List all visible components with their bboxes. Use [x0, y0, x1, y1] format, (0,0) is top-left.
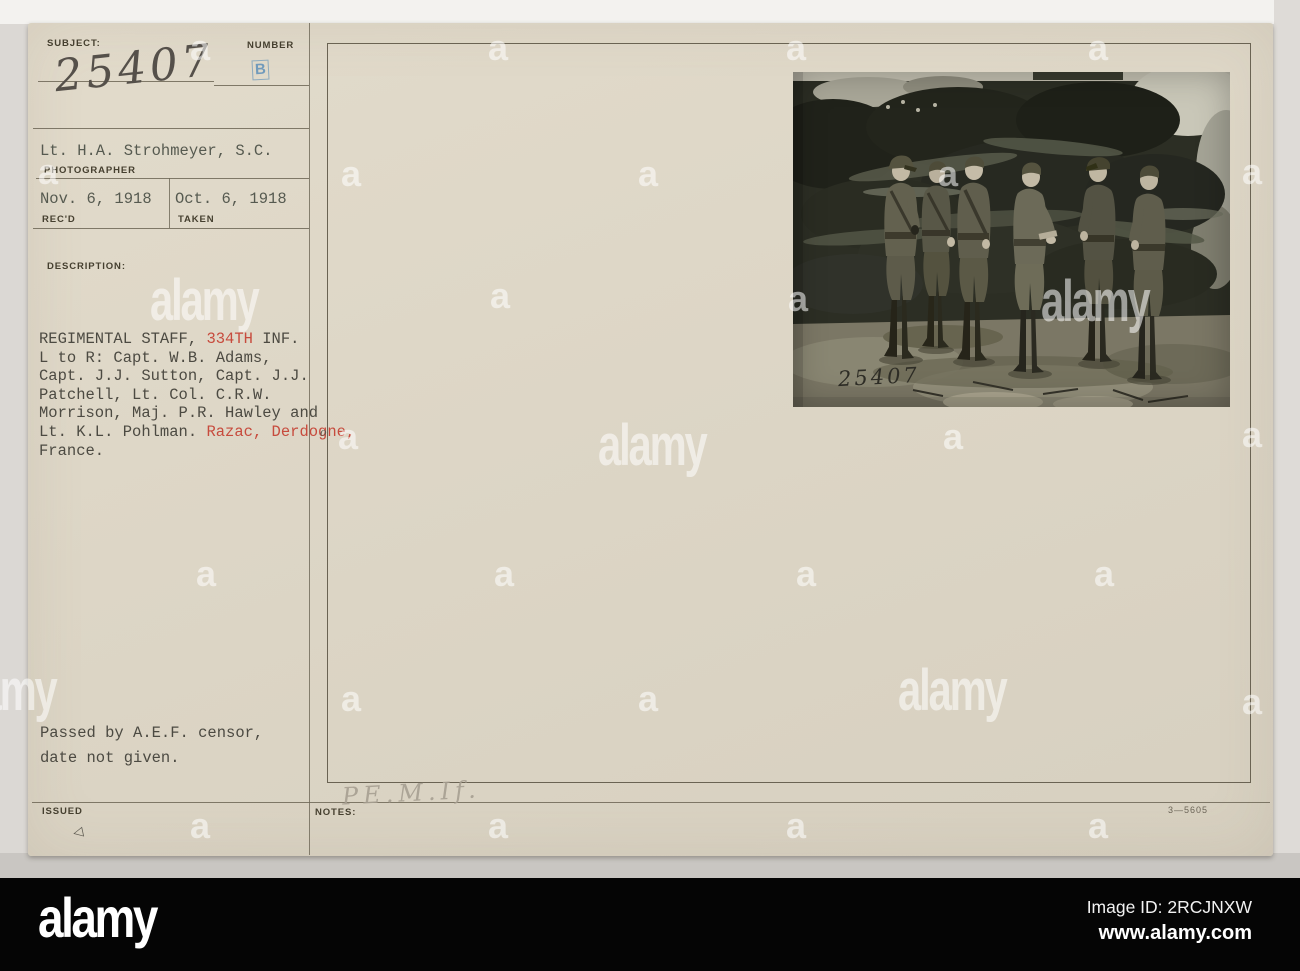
- alamy-footer-bar: alamy Image ID: 2RCJNXW www.alamy.com: [0, 878, 1300, 971]
- description-line-7: France.: [39, 441, 105, 460]
- photographer-name: Lt. H.A. Strohmeyer, S.C.: [40, 142, 273, 160]
- handwritten-o-annotation: o: [320, 426, 327, 439]
- section-line-2: [36, 178, 309, 179]
- number-label: NUMBER: [247, 40, 295, 51]
- blue-stamp: B: [251, 59, 270, 81]
- image-id-text: Image ID: 2RCJNXW: [1086, 897, 1252, 917]
- photograph-scene: [763, 64, 1256, 412]
- pencil-annotation: PE.M.If.: [341, 775, 482, 811]
- received-date: Nov. 6, 1918: [40, 190, 152, 208]
- description-line-1: REGIMENTAL STAFF, 334TH INF.: [39, 330, 355, 349]
- alamy-website-text: www.alamy.com: [1098, 922, 1252, 944]
- description-line-4: Patchell, Lt. Col. C.R.W.: [39, 385, 272, 404]
- notes-line: [32, 802, 1270, 803]
- background-right: [1274, 0, 1300, 878]
- taken-label: TAKEN: [178, 214, 215, 225]
- dates-divider-line: [169, 178, 170, 228]
- photograph: 25407: [763, 64, 1256, 412]
- photo-handwritten-number: 25407: [837, 362, 921, 392]
- description-line-6: Lt. K.L. Pohlman. Razac, Derdogne,: [39, 423, 355, 442]
- photographer-label: PHOTOGRAPHER: [44, 165, 136, 176]
- censor-note: Passed by A.E.F. censor, date not given.: [40, 721, 263, 771]
- description-label: DESCRIPTION:: [47, 261, 126, 272]
- description-text: REGIMENTAL STAFF, 334TH INF. L to R: Cap…: [39, 330, 355, 460]
- description-line1-red: 334TH: [206, 330, 253, 348]
- description-line6-black: Lt. K.L. Pohlman.: [39, 422, 207, 441]
- section-line-3: [33, 228, 309, 229]
- description-line-2: L to R: Capt. W.B. Adams,: [39, 348, 272, 367]
- background-bottom: [0, 853, 1300, 878]
- description-line1-tail: INF.: [252, 330, 300, 348]
- censor-line-1: Passed by A.E.F. censor,: [40, 724, 264, 742]
- received-label: REC'D: [42, 214, 76, 225]
- issued-handwritten-mark: ◁: [71, 823, 85, 840]
- alamy-stock-image-page: SUBJECT: 25407 NUMBER B Lt. H.A. Strohme…: [0, 0, 1300, 971]
- description-line-5: Morrison, Maj. P.R. Hawley and: [39, 404, 319, 423]
- number-underline: [214, 85, 309, 86]
- section-line-1: [33, 128, 309, 129]
- alamy-logo: alamy: [38, 886, 158, 949]
- description-line-3: Capt. J.J. Sutton, Capt. J.J.: [39, 367, 309, 386]
- description-line1-black: REGIMENTAL STAFF,: [39, 330, 207, 348]
- description-line6-red: Razac, Derdogne,: [206, 422, 356, 441]
- issued-label: ISSUED: [42, 806, 83, 817]
- card-print-number: 3—5605: [1168, 805, 1209, 815]
- taken-date: Oct. 6, 1918: [175, 190, 287, 208]
- censor-line-2: date not given.: [40, 749, 180, 767]
- background-top: [0, 0, 1300, 24]
- photo-caption-card: SUBJECT: 25407 NUMBER B Lt. H.A. Strohme…: [28, 23, 1273, 856]
